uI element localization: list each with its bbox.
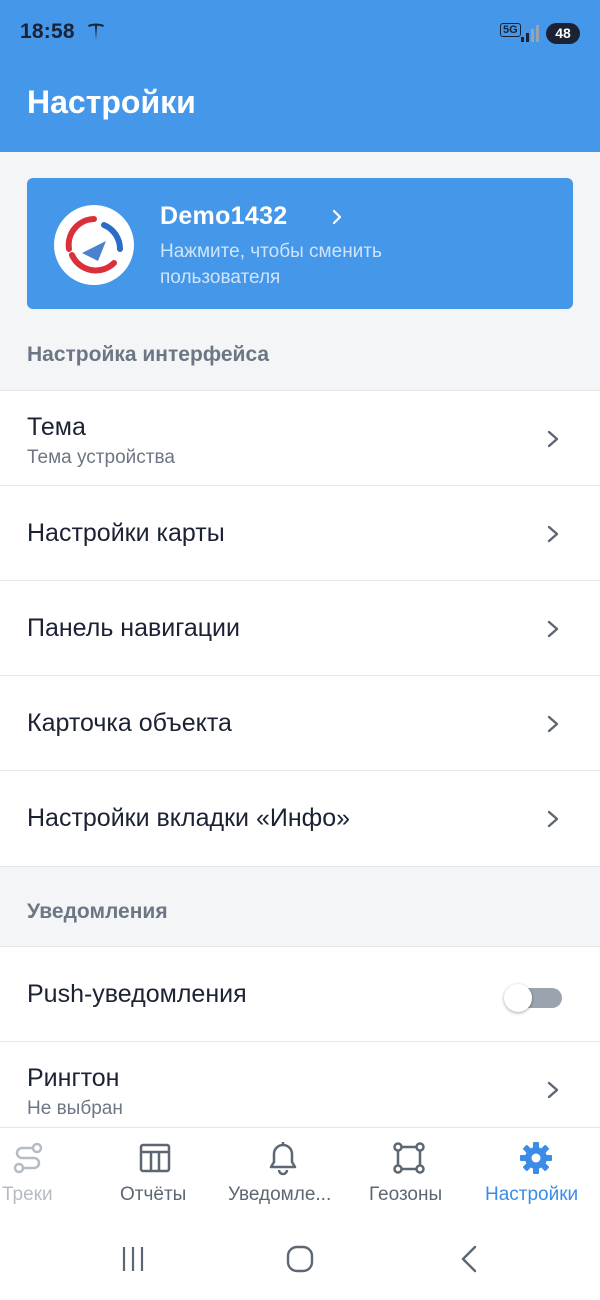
- home-icon[interactable]: [285, 1244, 315, 1274]
- tab-reports[interactable]: Отчёты: [110, 1128, 200, 1221]
- tab-geozones[interactable]: Геозоны: [365, 1128, 455, 1221]
- tab-label: Геозоны: [369, 1184, 443, 1205]
- back-icon[interactable]: [455, 1244, 485, 1274]
- system-navigation-bar: [0, 1220, 600, 1300]
- section-header-interface: Настройка интерфейса: [27, 343, 270, 366]
- tab-notifications[interactable]: Уведомле...: [225, 1128, 340, 1221]
- profile-card[interactable]: Demo1432 Нажмите, чтобы сменить пользова…: [27, 178, 573, 309]
- settings-item-title: Push-уведомления: [27, 980, 247, 1008]
- header-background: 18:58 5G 48 Настройки: [0, 0, 600, 152]
- signal-icon: [521, 25, 539, 42]
- settings-item-object-card[interactable]: Карточка объекта: [0, 676, 600, 771]
- chevron-right-icon: [332, 209, 342, 225]
- settings-screen: 18:58 5G 48 Настройки Demo1432 Нажмите, …: [0, 0, 600, 1300]
- username: Demo1432: [160, 202, 288, 230]
- chevron-right-icon: [547, 715, 559, 733]
- tab-label: Уведомле...: [228, 1184, 332, 1205]
- chevron-right-icon: [547, 430, 559, 448]
- tab-label: Отчёты: [120, 1184, 187, 1205]
- settings-item-theme[interactable]: Тема Тема устройства: [0, 391, 600, 486]
- settings-item-push[interactable]: Push-уведомления: [0, 947, 600, 1042]
- chevron-right-icon: [547, 525, 559, 543]
- toggle-knob: [504, 984, 532, 1012]
- settings-item-title: Рингтон: [27, 1064, 120, 1092]
- settings-item-title: Карточка объекта: [27, 709, 232, 737]
- avatar: [54, 205, 134, 285]
- chevron-right-icon: [547, 620, 559, 638]
- settings-item-subtitle: Не выбран: [27, 1098, 123, 1119]
- bottom-tab-bar: Треки Отчёты Уведомле... Геозоны Настрой…: [0, 1127, 600, 1220]
- settings-item-ringtone[interactable]: Рингтон Не выбран: [0, 1042, 600, 1137]
- page-title: Настройки: [27, 84, 196, 120]
- push-notifications-toggle[interactable]: [504, 984, 562, 1012]
- battery-indicator: 48: [546, 23, 580, 44]
- tab-settings[interactable]: Настройки: [482, 1128, 592, 1221]
- interface-settings-list: Тема Тема устройства Настройки карты Пан…: [0, 390, 600, 867]
- chevron-right-icon: [547, 1081, 559, 1099]
- settings-item-title: Панель навигации: [27, 614, 240, 642]
- gear-icon: [520, 1142, 552, 1174]
- notification-settings-list: Push-уведомления Рингтон Не выбран: [0, 946, 600, 1138]
- switch-user-hint: Нажмите, чтобы сменить пользователя: [160, 241, 382, 288]
- tab-label: Настройки: [485, 1184, 579, 1205]
- settings-item-title: Настройки вкладки «Инфо»: [27, 804, 351, 832]
- app-logo-icon: [65, 216, 123, 274]
- settings-item-subtitle: Тема устройства: [27, 447, 175, 468]
- route-icon: [13, 1142, 43, 1174]
- table-icon: [139, 1143, 171, 1173]
- settings-item-navigation-panel[interactable]: Панель навигации: [0, 581, 600, 676]
- bell-icon: [269, 1142, 297, 1176]
- settings-item-map[interactable]: Настройки карты: [0, 486, 600, 581]
- network-type-badge: 5G: [500, 23, 521, 37]
- status-time: 18:58: [20, 20, 75, 43]
- settings-item-title: Тема: [27, 413, 86, 441]
- tesla-icon: [88, 23, 104, 40]
- section-header-notifications: Уведомления: [27, 900, 168, 923]
- tab-label: Треки: [2, 1184, 53, 1205]
- chevron-right-icon: [547, 810, 559, 828]
- polygon-icon: [393, 1142, 425, 1174]
- settings-item-info-tab[interactable]: Настройки вкладки «Инфо»: [0, 771, 600, 866]
- settings-item-title: Настройки карты: [27, 519, 225, 547]
- tab-tracks[interactable]: Треки: [0, 1128, 80, 1221]
- status-bar: 18:58 5G 48: [0, 0, 600, 68]
- recent-apps-icon[interactable]: [118, 1244, 148, 1274]
